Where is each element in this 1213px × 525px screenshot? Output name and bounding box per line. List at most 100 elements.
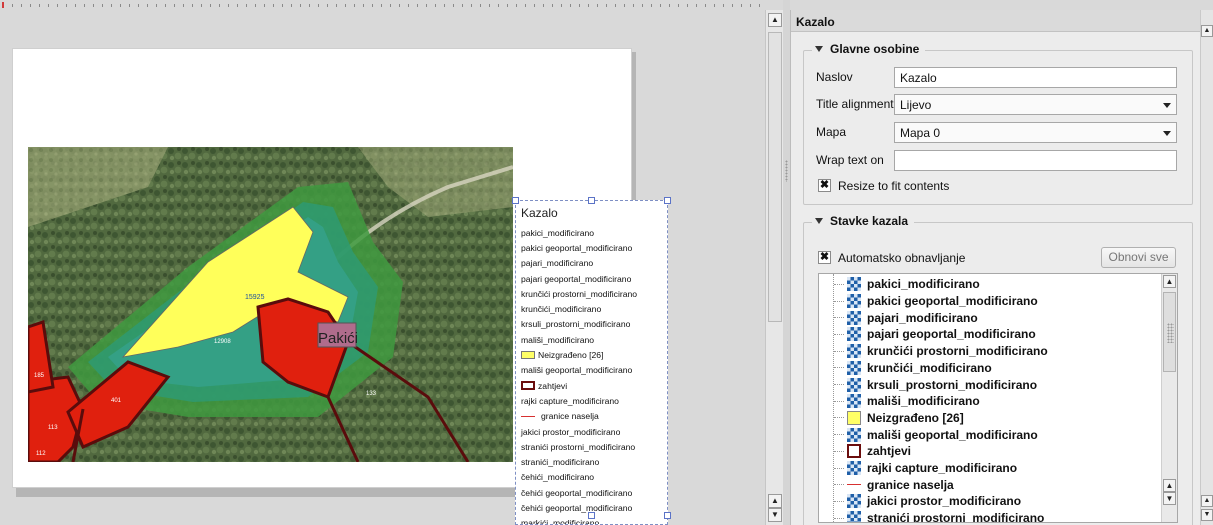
- place-label: Pakići: [318, 330, 358, 347]
- legend-tree-item-label: pakici geoportal_modificirano: [867, 294, 1038, 309]
- ruler-position-marker: [2, 2, 4, 8]
- layer-icon: [847, 494, 861, 509]
- legend-tree-item[interactable]: Neizgrađeno [26]: [819, 410, 1159, 427]
- scroll-up-icon[interactable]: ▲: [1201, 25, 1213, 37]
- legend-item[interactable]: Kazalo pakici_modificirano pakici geoport…: [515, 200, 668, 525]
- tree-branch-line: [834, 350, 844, 352]
- title-alignment-select[interactable]: Lijevo: [894, 94, 1177, 115]
- scroll-up-icon[interactable]: ▲: [1163, 275, 1176, 288]
- legend-tree-item[interactable]: granice naselja: [819, 476, 1159, 493]
- map-select[interactable]: Mapa 0: [894, 122, 1177, 143]
- tree-branch-line: [834, 333, 844, 335]
- scroll-up-icon[interactable]: ▲: [1163, 479, 1176, 492]
- legend-entry: rajki capture_modificirano: [521, 393, 667, 408]
- selection-handle[interactable]: [512, 197, 519, 204]
- legend-tree-item-label: krsuli_prostorni_modificirano: [867, 377, 1038, 392]
- legend-tree-item[interactable]: pakici geoportal_modificirano: [819, 293, 1159, 310]
- legend-tree-item-label: Neizgrađeno [26]: [867, 410, 964, 425]
- scroll-up-icon[interactable]: ▲: [768, 13, 782, 27]
- legend-entry-label: čehići geoportal_modificirano: [521, 502, 633, 513]
- scroll-up-icon[interactable]: ▲: [768, 494, 782, 508]
- legend-tree-item[interactable]: stranići prostorni_modificirano: [819, 510, 1159, 522]
- legend-tree-item-label: pajari geoportal_modificirano: [867, 327, 1036, 342]
- main-properties-toggle[interactable]: Glavne osobine: [812, 42, 926, 56]
- legend-entry: granice naselja: [521, 409, 667, 424]
- scroll-down-icon[interactable]: ▼: [768, 508, 782, 522]
- resize-to-fit-label: Resize to fit contents: [838, 179, 950, 193]
- title-alignment-label: Title alignment: [816, 97, 894, 111]
- legend-tree-item[interactable]: krsuli_prostorni_modificirano: [819, 376, 1159, 393]
- legend-tree-item[interactable]: mališi geoportal_modificirano: [819, 426, 1159, 443]
- item-properties-panel: Kazalo Glavne osobine Naslov Title align…: [790, 10, 1200, 525]
- legend-tree-item[interactable]: krunčići prostorni_modificirano: [819, 343, 1159, 360]
- legend-tree-item[interactable]: rajki capture_modificirano: [819, 460, 1159, 477]
- tree-branch-line: [834, 283, 844, 285]
- legend-entry-label: pakici_modificirano: [521, 227, 595, 238]
- selection-handle[interactable]: [664, 197, 671, 204]
- selection-handle[interactable]: [664, 512, 671, 519]
- parcel-label: 185: [34, 373, 45, 379]
- scroll-thumb[interactable]: [768, 32, 782, 322]
- map-item[interactable]: Pakići 15925 12908 185 401 113 112 133: [28, 147, 513, 462]
- legend-entry: mališi_modificirano: [521, 332, 667, 347]
- legend-entry-label: Neizgrađeno [26]: [538, 350, 604, 361]
- selection-handle[interactable]: [588, 197, 595, 204]
- legend-items-group: Stavke kazala ✖ Automatsko obnavljanje O…: [803, 214, 1193, 525]
- resize-to-fit-checkbox[interactable]: ✖: [818, 179, 831, 192]
- title-input[interactable]: [894, 67, 1177, 88]
- legend-entry-label: mališi geoportal_modificirano: [521, 365, 633, 376]
- legend-tree-item-label: mališi geoportal_modificirano: [867, 427, 1038, 442]
- scroll-thumb[interactable]: [1163, 292, 1176, 372]
- wrap-text-input[interactable]: [894, 150, 1177, 171]
- tree-branch-line: [834, 450, 844, 452]
- dropdown-arrow-icon: [1163, 103, 1171, 108]
- legend-entry: čehići geoportal_modificirano: [521, 485, 667, 500]
- auto-update-checkbox[interactable]: ✖: [818, 251, 831, 264]
- legend-tree-item[interactable]: pajari_modificirano: [819, 309, 1159, 326]
- layer-icon: [847, 294, 861, 309]
- scroll-up-icon[interactable]: ▲: [1201, 495, 1213, 507]
- brown-outline-icon: [847, 444, 861, 459]
- legend-tree-item-label: mališi_modificirano: [867, 394, 980, 409]
- scroll-down-icon[interactable]: ▼: [1163, 492, 1176, 505]
- legend-entry-label: pakici geoportal_modificirano: [521, 242, 633, 253]
- main-properties-group: Glavne osobine Naslov Title alignment Li…: [803, 42, 1193, 205]
- legend-tree-item-label: granice naselja: [867, 477, 954, 492]
- legend-tree-item[interactable]: jakici prostor_modificirano: [819, 493, 1159, 510]
- legend-entry: stranići prostorni_modificirano: [521, 439, 667, 454]
- layer-icon: [847, 427, 861, 442]
- scroll-down-icon[interactable]: ▼: [1201, 509, 1213, 521]
- tree-branch-line: [834, 317, 844, 319]
- legend-items-tree[interactable]: pakici_modificiranopakici geoportal_modi…: [818, 273, 1178, 523]
- legend-tree-item-label: pakici_modificirano: [867, 277, 980, 292]
- tree-branch-line: [834, 517, 844, 519]
- panel-splitter[interactable]: [783, 0, 790, 525]
- legend-tree-item[interactable]: pakici_modificirano: [819, 276, 1159, 293]
- panel-header: Kazalo: [791, 10, 1200, 32]
- legend-items-toggle[interactable]: Stavke kazala: [812, 214, 915, 228]
- tree-branch-line: [834, 467, 844, 469]
- update-all-button[interactable]: Obnovi sve: [1101, 247, 1176, 268]
- grip-icon: [1167, 323, 1174, 343]
- legend-tree-item[interactable]: krunčići_modificirano: [819, 360, 1159, 377]
- composer-canvas[interactable]: Pakići 15925 12908 185 401 113 112 133 K…: [0, 0, 765, 525]
- collapse-triangle-icon[interactable]: [815, 46, 823, 52]
- canvas-vertical-scrollbar[interactable]: ▲ ▲ ▼: [765, 10, 783, 525]
- map-canvas: Pakići 15925 12908 185 401 113 112 133: [28, 147, 513, 462]
- legend-entry: čehići_modificirano: [521, 470, 667, 485]
- panel-vertical-scrollbar[interactable]: ▲ ▲ ▼: [1200, 10, 1213, 525]
- legend-tree-item[interactable]: zahtjevi: [819, 443, 1159, 460]
- selection-handle[interactable]: [588, 512, 595, 519]
- legend-tree-item[interactable]: mališi_modificirano: [819, 393, 1159, 410]
- tree-vertical-scrollbar[interactable]: ▲ ▲ ▼: [1161, 274, 1177, 522]
- layer-icon: [847, 360, 861, 375]
- legend-entry: pakici geoportal_modificirano: [521, 240, 667, 255]
- legend-tree-item[interactable]: pajari geoportal_modificirano: [819, 326, 1159, 343]
- legend-entry: krsuli_prostorni_modificirano: [521, 317, 667, 332]
- layer-icon: [847, 377, 861, 392]
- collapse-triangle-icon[interactable]: [815, 218, 823, 224]
- parcel-label: 401: [111, 398, 122, 404]
- layer-icon: [847, 277, 861, 292]
- legend-entry: krunčići prostorni_modificirano: [521, 286, 667, 301]
- title-alignment-value: Lijevo: [900, 98, 932, 112]
